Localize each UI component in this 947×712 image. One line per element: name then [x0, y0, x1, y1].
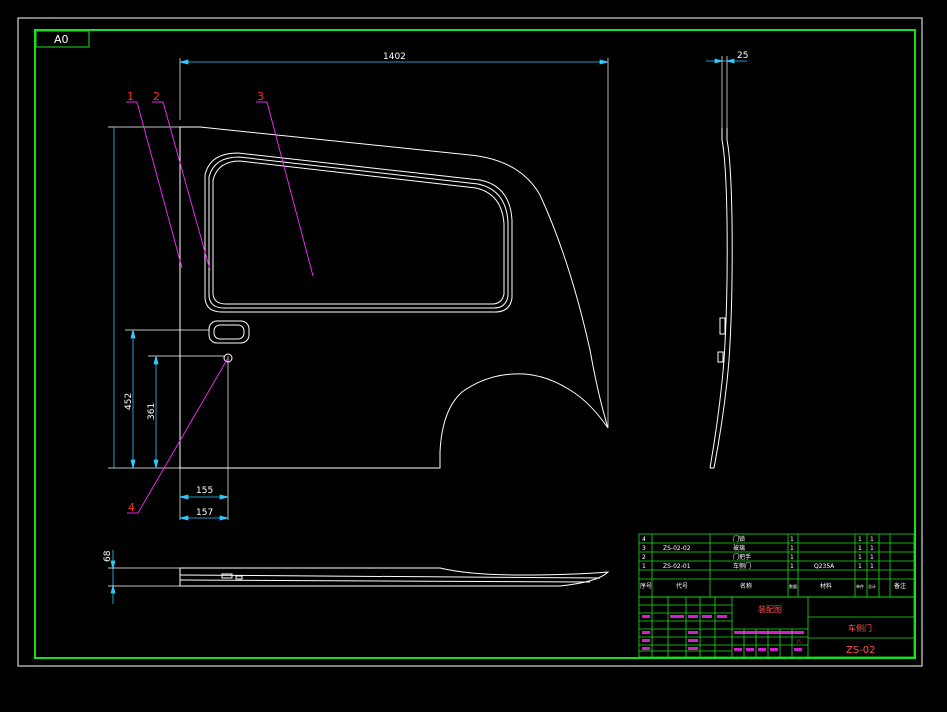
svg-text:4: 4 [642, 536, 646, 543]
parts-list-row-3: 2 门把手 1 1 1 [642, 553, 874, 561]
dim-offset-157: 157 [196, 508, 213, 518]
svg-text:1: 1 [870, 545, 874, 552]
title-drawing-number: ZS-02 [846, 645, 876, 656]
svg-text:1: 1 [790, 554, 794, 561]
title-part-name: 车侧门 [848, 623, 872, 633]
cad-drawing-canvas: A0 1402 452 361 155 157 1 2 3 4 25 68 4 … [17, 17, 923, 667]
door-bottom-view [179, 567, 610, 587]
door-side-view [179, 126, 609, 469]
balloon-4: 4 [128, 501, 135, 514]
svg-text:2: 2 [642, 554, 646, 561]
dim-bottom-68: 68 [103, 550, 113, 562]
parts-list-row-2: 3 ZS-02-02 玻璃 1 1 1 [642, 544, 874, 552]
dim-overall-width: 1402 [383, 52, 406, 62]
svg-text:备注: 备注 [894, 582, 906, 590]
title-drawing-name: 装配图 [758, 604, 782, 614]
svg-text:ZS-02-01: ZS-02-01 [663, 563, 691, 570]
svg-text:1: 1 [642, 563, 646, 570]
dimension-lines [113, 59, 609, 521]
svg-text:门锁: 门锁 [733, 535, 745, 543]
svg-text:1: 1 [790, 545, 794, 552]
svg-text:代号: 代号 [676, 582, 688, 590]
extension-lines [108, 58, 609, 520]
svg-text:材料: 材料 [820, 582, 832, 590]
svg-text:序号: 序号 [640, 582, 652, 590]
door-handle [208, 320, 250, 344]
dim-height-361: 361 [147, 403, 157, 420]
svg-text:ZS-02-02: ZS-02-02 [663, 545, 691, 552]
svg-text:1: 1 [870, 563, 874, 570]
svg-text:车侧门: 车侧门 [733, 562, 751, 570]
svg-text:总计: 总计 [868, 583, 876, 589]
sheet-size-label: A0 [54, 33, 69, 46]
balloon-2: 2 [153, 90, 160, 103]
dim-height-452: 452 [124, 393, 134, 410]
door-handle-inner [213, 324, 245, 340]
svg-text:玻璃: 玻璃 [733, 544, 745, 552]
parts-list-row-4: 1 ZS-02-01 车侧门 1 Q235A 1 1 [642, 562, 874, 570]
window-frame-mid [208, 156, 509, 309]
svg-text:1: 1 [870, 554, 874, 561]
svg-text:1: 1 [858, 536, 862, 543]
svg-text:1: 1 [870, 536, 874, 543]
svg-text:3: 3 [642, 545, 646, 552]
svg-text:门把手: 门把手 [733, 553, 751, 561]
svg-text:单件: 单件 [856, 583, 864, 589]
balloon-1: 1 [127, 90, 134, 103]
section-outline-inner [713, 128, 733, 469]
svg-text:1: 1 [790, 563, 794, 570]
dim-offset-155: 155 [196, 486, 213, 496]
window-frame-outer [204, 152, 513, 313]
svg-text:1: 1 [790, 536, 794, 543]
title-scale-number: 15 [796, 639, 802, 644]
svg-text:1: 1 [858, 554, 862, 561]
inner-frame [34, 29, 916, 659]
svg-text:数量: 数量 [789, 583, 797, 589]
door-section-view [709, 128, 733, 469]
svg-text:1: 1 [858, 563, 862, 570]
svg-text:Q235A: Q235A [814, 563, 835, 570]
dim-thickness: 25 [737, 51, 748, 61]
outer-frame [17, 17, 923, 667]
parts-list-row-1: 4 门锁 1 1 1 [642, 535, 874, 543]
svg-text:名称: 名称 [740, 582, 752, 590]
svg-text:1: 1 [858, 545, 862, 552]
section-outline-outer [709, 128, 728, 469]
parts-list-header: 序号 代号 名称 数量 材料 单件 总计 备注 [640, 582, 906, 590]
balloon-3: 3 [257, 90, 264, 103]
